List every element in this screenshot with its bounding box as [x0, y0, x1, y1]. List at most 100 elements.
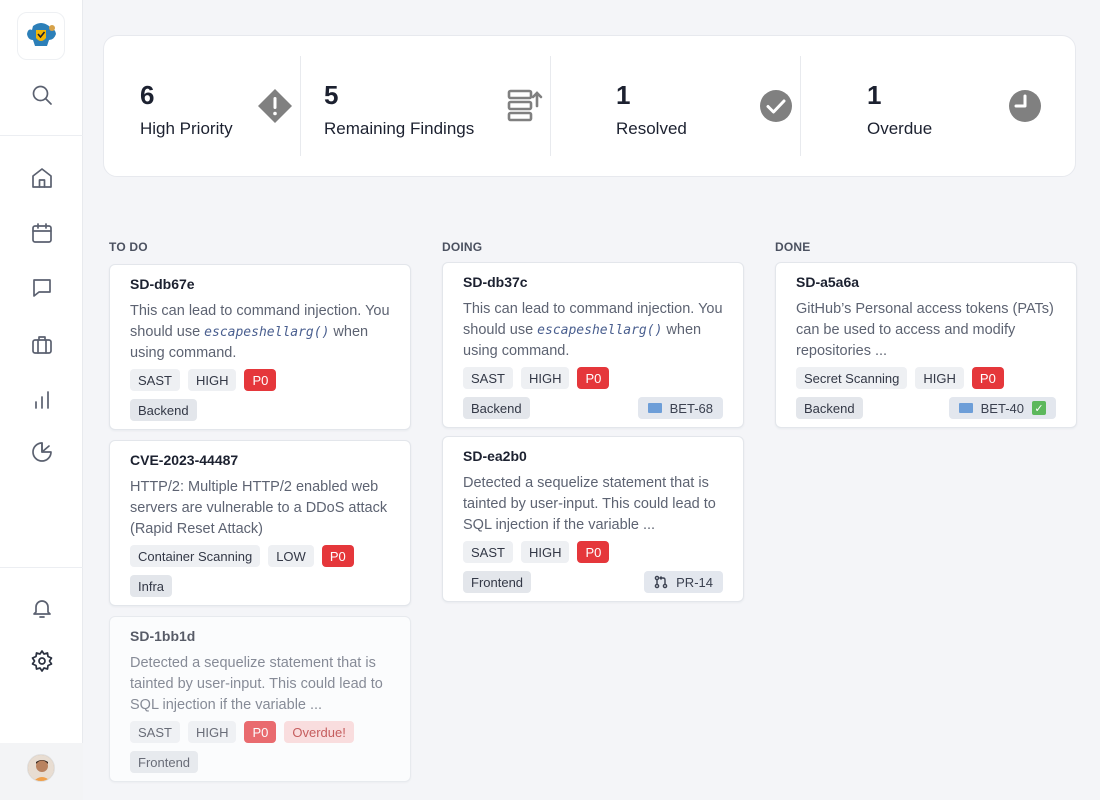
finding-card[interactable]: SD-db37c This can lead to command inject… — [442, 262, 744, 428]
dog-shield-logo-icon — [27, 23, 56, 46]
code-snippet: escapeshellarg() — [537, 323, 663, 338]
finding-id: SD-1bb1d — [130, 628, 196, 644]
tag-team: Frontend — [130, 751, 199, 773]
tag-team: Backend — [796, 397, 863, 419]
tag-type: Secret Scanning — [796, 367, 908, 389]
chat-icon — [33, 279, 51, 297]
tag-type: SAST — [463, 541, 513, 563]
tag-severity: HIGH — [915, 367, 964, 389]
stat-separator — [800, 56, 801, 156]
finding-description: GitHub’s Personal access tokens (PATs) c… — [796, 301, 1054, 359]
ticket-label: PR-14 — [676, 574, 713, 590]
tag-type: SAST — [463, 367, 513, 389]
tag-row: SAST HIGH P0 — [463, 367, 610, 389]
finding-card[interactable]: SD-db67e This can lead to command inject… — [109, 264, 411, 430]
stat-value: 5 — [324, 80, 339, 110]
stat-label: Overdue — [867, 119, 933, 138]
tag-team: Backend — [130, 399, 197, 421]
finding-card[interactable]: SD-ea2b0 Detected a sequelize statement … — [442, 436, 744, 602]
stat-value: 1 — [867, 80, 882, 110]
finding-card[interactable]: SD-a5a6a GitHub’s Personal access tokens… — [775, 262, 1077, 428]
bar-chart-icon — [35, 391, 49, 409]
sidebar-divider — [0, 567, 83, 568]
tag-priority: P0 — [321, 545, 354, 567]
briefcase-icon — [32, 336, 52, 354]
tag-row: SAST HIGH P0 — [463, 541, 610, 563]
stat-overdue: 1 Overdue — [867, 36, 1027, 176]
ticket-label: BET-68 — [669, 400, 713, 416]
ticket-icon — [647, 403, 662, 413]
tag-type: Container Scanning — [130, 545, 261, 567]
tag-type: SAST — [130, 721, 180, 743]
check-circle-icon — [760, 90, 792, 122]
nav-calendar[interactable] — [22, 213, 62, 253]
tag-priority: P0 — [971, 367, 1004, 389]
tag-type: SAST — [130, 369, 180, 391]
stat-value: 1 — [616, 80, 631, 110]
tag-row: Backend — [796, 397, 863, 419]
tag-severity: HIGH — [187, 369, 237, 391]
finding-description: Detected a sequelize statement that is t… — [463, 475, 716, 533]
nav-briefcase[interactable] — [22, 325, 62, 365]
tag-priority: P0 — [244, 369, 277, 391]
ticket-link[interactable]: BET-68 — [637, 397, 723, 419]
tag-severity: HIGH — [520, 541, 570, 563]
finding-id: SD-ea2b0 — [463, 448, 527, 464]
warning-diamond-icon — [258, 89, 292, 123]
tag-row: Frontend — [463, 571, 532, 593]
ticket-label: BET-40 — [980, 400, 1024, 416]
stat-label: High Priority — [140, 119, 233, 138]
calendar-icon — [32, 223, 52, 243]
tag-row: Frontend — [130, 751, 199, 773]
tag-row: Container Scanning LOW P0 — [130, 545, 354, 567]
avatar[interactable] — [27, 754, 55, 782]
sidebar-divider — [0, 135, 83, 136]
column-title-doing: DOING — [442, 240, 483, 254]
tag-team: Frontend — [463, 571, 532, 593]
pull-request-icon — [654, 575, 668, 589]
column-title-done: DONE — [775, 240, 811, 254]
stat-remaining-findings: 5 Remaining Findings — [324, 36, 524, 176]
tag-row: Backend — [130, 399, 197, 421]
check-icon: ✓ — [1032, 401, 1046, 415]
tag-severity: HIGH — [520, 367, 570, 389]
stat-resolved: 1 Resolved — [616, 36, 776, 176]
nav-analytics[interactable] — [22, 380, 62, 420]
tag-priority: P0 — [577, 541, 610, 563]
server-icon — [507, 89, 543, 122]
search-icon — [32, 85, 52, 105]
tag-row: SAST HIGH P0 Overdue! — [130, 721, 354, 743]
stat-separator — [550, 56, 551, 156]
finding-card[interactable]: CVE-2023-44487 HTTP/2: Multiple HTTP/2 e… — [109, 440, 411, 606]
nav-home[interactable] — [22, 158, 62, 198]
finding-id: SD-a5a6a — [796, 274, 860, 290]
logo[interactable] — [17, 12, 65, 60]
tag-priority: P0 — [244, 721, 277, 743]
code-snippet: escapeshellarg() — [204, 325, 330, 340]
finding-id: SD-db37c — [463, 274, 528, 290]
stat-label: Resolved — [616, 119, 687, 138]
tag-row: Secret Scanning HIGH P0 — [796, 367, 1004, 389]
tag-team: Infra — [130, 575, 173, 597]
stat-value: 6 — [140, 80, 155, 110]
nav-reports[interactable] — [22, 432, 62, 472]
nav-messages[interactable] — [22, 268, 62, 308]
finding-description: This can lead to command injection. You … — [463, 301, 723, 359]
search-button[interactable] — [22, 75, 62, 115]
finding-id: SD-db67e — [130, 276, 195, 292]
pie-chart-icon — [32, 442, 52, 462]
ticket-link[interactable]: BET-40 ✓ — [948, 397, 1056, 419]
bell-icon — [33, 600, 51, 618]
finding-description: Detected a sequelize statement that is t… — [130, 655, 383, 713]
stat-label: Remaining Findings — [324, 119, 475, 138]
finding-card[interactable]: SD-1bb1d Detected a sequelize statement … — [109, 616, 411, 782]
tag-priority: P0 — [577, 367, 610, 389]
settings-button[interactable] — [22, 641, 62, 681]
notifications-button[interactable] — [22, 588, 62, 628]
column-title-todo: TO DO — [109, 240, 148, 254]
stat-separator — [300, 56, 301, 156]
tag-severity: HIGH — [187, 721, 237, 743]
overdue-badge: Overdue! — [284, 721, 354, 743]
stats-panel: 6 High Priority 5 Remaining Findings 1 R… — [103, 35, 1076, 177]
pull-request-link[interactable]: PR-14 — [644, 571, 723, 593]
